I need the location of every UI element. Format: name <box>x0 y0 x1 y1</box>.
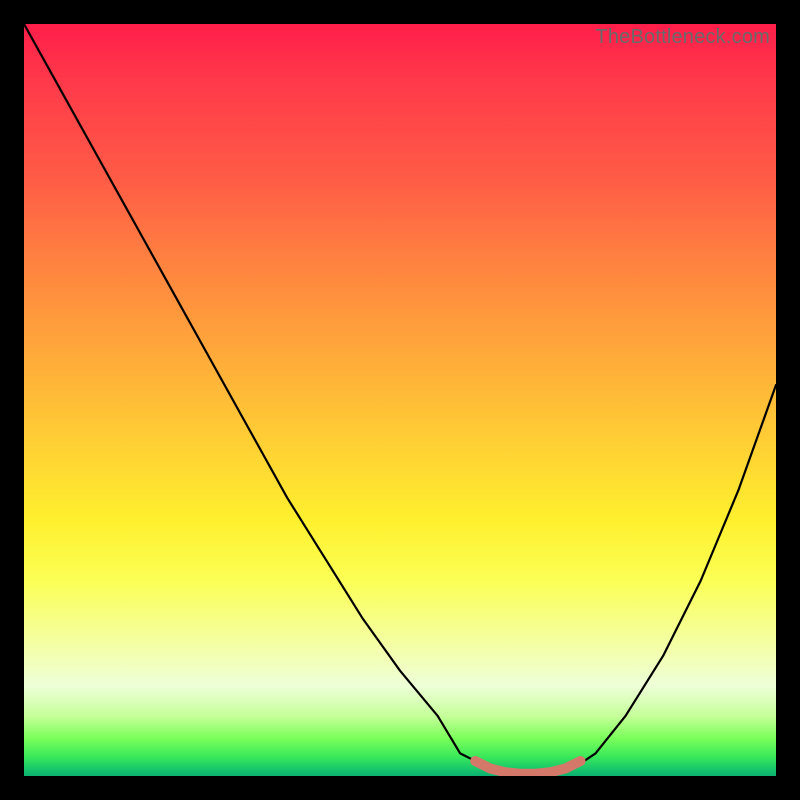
attribution-label: TheBottleneck.com <box>595 26 770 49</box>
plot-area: TheBottleneck.com <box>24 24 776 776</box>
chart-frame: TheBottleneck.com <box>0 0 800 800</box>
bottleneck-curve-path <box>24 24 776 776</box>
chart-svg <box>24 24 776 776</box>
optimal-marker-path <box>475 761 580 774</box>
